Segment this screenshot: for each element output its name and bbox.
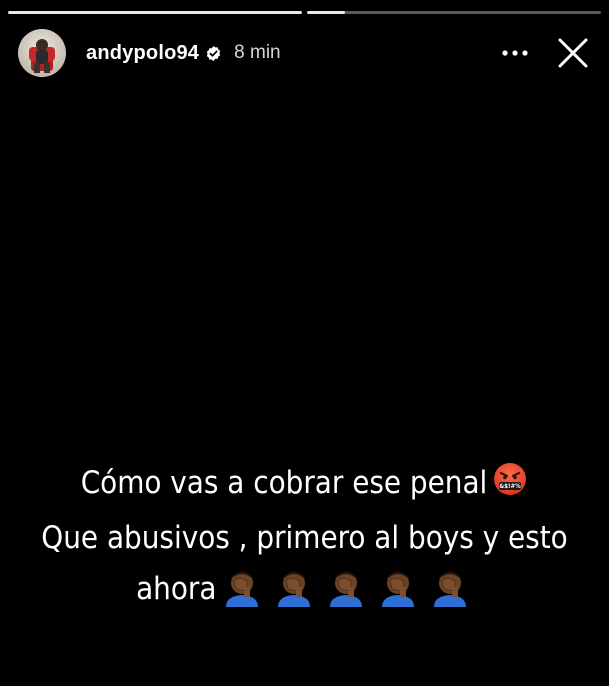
caption-line-2: Que abusivos , primero al boys y esto (41, 520, 568, 556)
story-viewer[interactable]: andypolo94 8 min Cómo vas a cobrar ese p… (0, 0, 609, 686)
man-facepalming-emoji-icon (382, 572, 415, 607)
username[interactable]: andypolo94 (86, 42, 199, 65)
progress-segment (307, 11, 601, 14)
post-time: 8 min (234, 42, 281, 63)
man-facepalming-emoji-icon (226, 572, 259, 607)
caption-line-1: Cómo vas a cobrar ese penal &$!#% (0, 458, 609, 513)
story-caption: Cómo vas a cobrar ese penal &$!#% Que ab… (0, 458, 609, 623)
man-facepalming-emoji-icon (278, 572, 311, 607)
progress-fill (8, 11, 302, 14)
facepalm-emoji-row (222, 567, 472, 623)
more-options-button[interactable] (493, 31, 537, 75)
angry-symbols-emoji-icon: &$!#% (492, 461, 528, 513)
progress-segment (8, 11, 302, 14)
ellipsis-icon (502, 50, 528, 56)
story-progress (8, 11, 601, 15)
avatar-photo-icon (18, 29, 66, 77)
man-facepalming-emoji-icon (330, 572, 363, 607)
man-facepalming-emoji-icon (433, 572, 466, 607)
caption-text-3: ahora (136, 571, 217, 607)
caption-text-1: Cómo vas a cobrar ese penal (80, 465, 488, 501)
close-icon (558, 38, 588, 68)
avatar[interactable] (18, 29, 66, 77)
symbols-text: &$!#% (500, 483, 522, 490)
story-header: andypolo94 8 min (18, 28, 595, 78)
progress-fill (307, 11, 346, 14)
close-button[interactable] (551, 31, 595, 75)
verified-badge-icon (206, 45, 221, 61)
caption-line-3: ahora (0, 564, 609, 623)
